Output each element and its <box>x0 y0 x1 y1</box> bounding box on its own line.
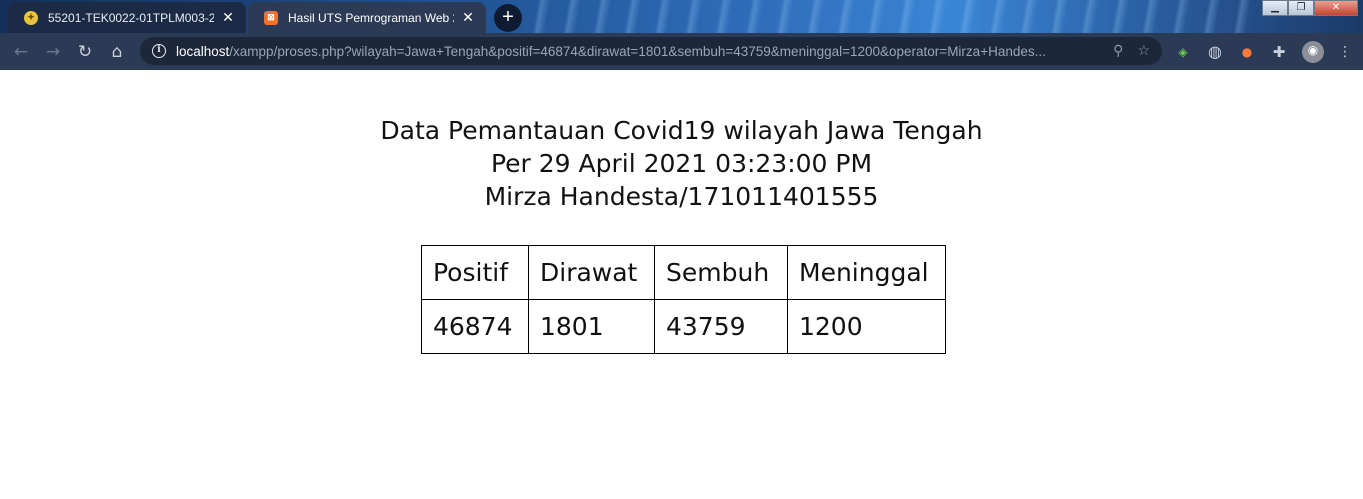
new-tab-button[interactable]: + <box>494 4 522 32</box>
back-icon[interactable]: ← <box>11 42 31 62</box>
zoom-icon[interactable]: ⚲ <box>1113 43 1123 59</box>
tab-title: 55201-TEK0022-01TPLM003-202 <box>48 10 214 25</box>
extension-leaf-icon[interactable]: ◈ <box>1174 43 1192 61</box>
url-path: /xampp/proses.php?wilayah=Jawa+Tengah&po… <box>229 43 1046 59</box>
forward-icon[interactable]: → <box>43 42 63 62</box>
cell-dirawat: 1801 <box>528 299 655 354</box>
cell-positif: 46874 <box>421 299 529 354</box>
minimize-button[interactable]: ▁ <box>1262 0 1288 16</box>
extension-record-icon[interactable]: ● <box>1238 43 1256 61</box>
heading-operator: Mirza Handesta/171011401555 <box>484 182 879 211</box>
menu-icon[interactable]: ⋮ <box>1336 43 1354 61</box>
home-icon[interactable]: ⌂ <box>107 42 127 62</box>
university-favicon-icon: ✦ <box>24 10 38 25</box>
browser-toolbar: ← → ↻ ⌂ i localhost/xampp/proses.php?wil… <box>0 33 1363 70</box>
page-heading: Data Pemantauan Covid19 wilayah Jawa Ten… <box>0 114 1363 213</box>
profile-icon[interactable]: ◉ <box>1302 41 1324 63</box>
header-positif: Positif <box>421 245 529 300</box>
tab-strip: ✦ 55201-TEK0022-01TPLM003-202 ✕ ⊠ Hasil … <box>0 0 1363 33</box>
header-sembuh: Sembuh <box>654 245 788 300</box>
tab-hasil-uts[interactable]: ⊠ Hasil UTS Pemrograman Web 2 ✕ <box>248 2 486 33</box>
heading-date: Per 29 April 2021 03:23:00 PM <box>490 149 873 178</box>
xampp-favicon-icon: ⊠ <box>264 10 278 25</box>
tab-course[interactable]: ✦ 55201-TEK0022-01TPLM003-202 ✕ <box>8 2 246 33</box>
page-content: Data Pemantauan Covid19 wilayah Jawa Ten… <box>0 70 1363 499</box>
close-tab-icon[interactable]: ✕ <box>220 9 236 26</box>
close-tab-icon[interactable]: ✕ <box>460 9 476 26</box>
header-meninggal: Meninggal <box>787 245 946 300</box>
url-text[interactable]: localhost/xampp/proses.php?wilayah=Jawa+… <box>176 44 1099 59</box>
table-row: 46874 1801 43759 1200 <box>421 299 946 354</box>
tab-title: Hasil UTS Pemrograman Web 2 <box>288 10 454 25</box>
covid-data-table: Positif Dirawat Sembuh Meninggal 46874 1… <box>421 245 946 354</box>
address-bar[interactable]: i localhost/xampp/proses.php?wilayah=Jaw… <box>140 37 1162 65</box>
heading-title: Data Pemantauan Covid19 wilayah Jawa Ten… <box>380 116 983 145</box>
header-dirawat: Dirawat <box>528 245 655 300</box>
info-icon[interactable]: i <box>152 44 166 58</box>
cell-sembuh: 43759 <box>654 299 788 354</box>
star-icon[interactable]: ☆ <box>1137 43 1150 59</box>
window-controls: ▁ ❐ ✕ <box>1262 0 1358 17</box>
cell-meninggal: 1200 <box>787 299 946 354</box>
reload-icon[interactable]: ↻ <box>75 42 95 62</box>
extension-icon[interactable]: ✚ <box>1270 43 1288 61</box>
globe-icon[interactable]: ◍ <box>1206 43 1224 61</box>
window-background <box>520 0 1260 33</box>
maximize-button[interactable]: ❐ <box>1288 0 1314 16</box>
window-close-button[interactable]: ✕ <box>1314 0 1358 16</box>
table-header-row: Positif Dirawat Sembuh Meninggal <box>421 245 946 300</box>
url-host: localhost <box>176 43 230 59</box>
